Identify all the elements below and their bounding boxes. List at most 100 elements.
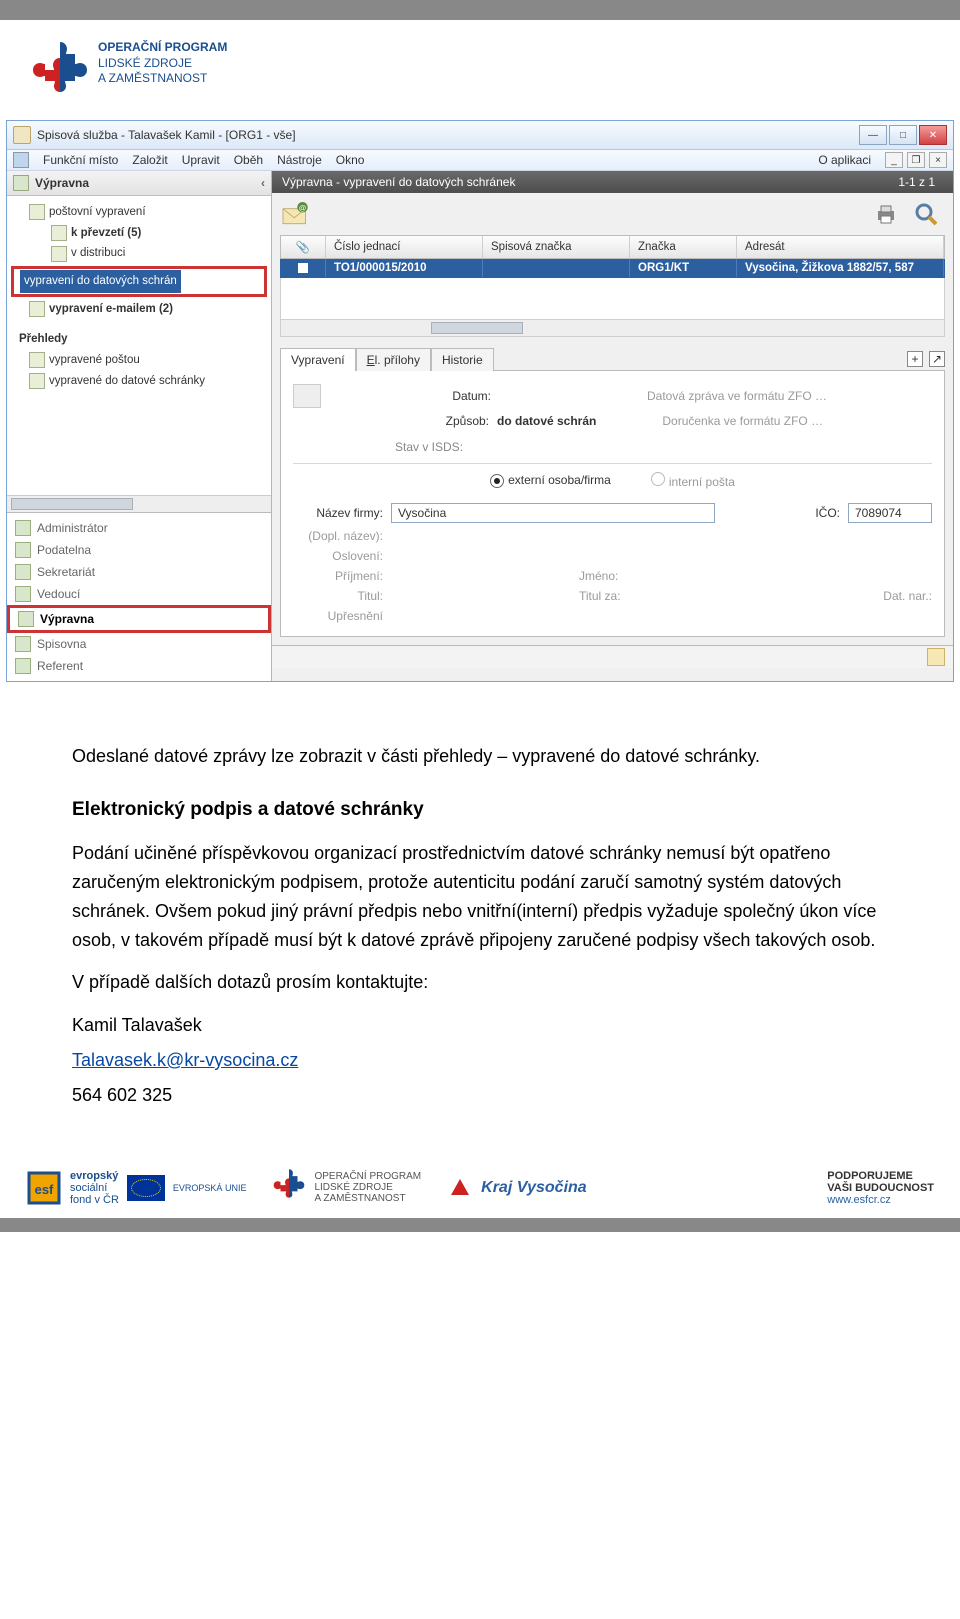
folder-icon [29,373,45,389]
table-h-scrollbar[interactable] [281,319,944,336]
kraj-logo: Kraj Vysočina [447,1175,587,1201]
col-znacka[interactable]: Značka [630,236,737,258]
tab-historie[interactable]: Historie [431,348,494,371]
menu-okno[interactable]: Okno [336,153,365,167]
label-dopl-nazev: (Dopl. název): [293,529,383,543]
tab-el-prilohy[interactable]: El. přílohy [356,348,431,371]
col-adresat[interactable]: Adresát [737,236,944,258]
op-logo: OPERAČNÍ PROGRAM LIDSKÉ ZDROJE A ZAMĚSTN… [272,1168,421,1208]
row-indicator-icon [298,263,308,273]
label-jmeno: Jméno: [579,569,618,583]
menu-nastroje[interactable]: Nástroje [277,153,322,167]
role-item: Sekretariát [7,561,271,583]
input-ico[interactable]: 7089074 [848,503,932,523]
sidebar-pane-header[interactable]: Výpravna ‹ [7,171,271,196]
label-dat-nar: Dat. nar.: [883,589,932,603]
close-button[interactable]: ✕ [919,125,947,145]
tree-group-prehledy[interactable]: Přehledy [11,329,267,350]
eu-flag-icon [127,1175,165,1201]
main-panel: Výpravna - vypravení do datových schráne… [272,171,953,681]
tab-vypraveni[interactable]: Vypravení [280,348,356,371]
tree-item-selected: vypravení do datových schrán [20,270,181,293]
mail-tree-icon [29,301,45,317]
menu-funkcni-misto[interactable]: Funkční místo [43,153,118,167]
label-prijmeni: Příjmení: [293,569,383,583]
table-empty-area [280,278,945,337]
label-nazev-firmy: Název firmy: [293,506,383,520]
role-item: Podatelna [7,539,271,561]
maximize-button[interactable]: □ [889,125,917,145]
tree-item[interactable]: vypravené do datové schránky [49,371,205,392]
person-icon [15,586,31,602]
page: OPERAČNÍ PROGRAM LIDSKÉ ZDROJE A ZAMĚSTN… [0,0,960,1232]
menu-o-aplikaci[interactable]: O aplikaci [818,153,871,167]
table-header-row: 📎 Číslo jednací Spisová značka Značka Ad… [280,235,945,259]
label-datum: Datum: [401,389,491,403]
footer-band [0,1218,960,1232]
role-item: Spisovna [7,633,271,655]
mail-tree-icon [29,204,45,220]
person-icon [18,611,34,627]
tree-item-highlighted[interactable]: vypravení do datových schrán [11,266,267,297]
input-nazev-firmy[interactable]: Vysočina [391,503,715,523]
magnifier-icon[interactable] [911,199,941,229]
role-item-highlighted[interactable]: Výpravna [7,605,271,633]
contact-phone: 564 602 325 [72,1081,888,1110]
detail-form: Datum: Datová zpráva ve formátu ZFO … Zp… [280,370,945,637]
status-icon [927,648,945,666]
svg-text:@: @ [299,203,307,212]
mdi-close-icon[interactable]: × [929,152,947,168]
role-item: Referent [7,655,271,677]
label-upresneni: Upřesnění [293,609,383,623]
link-zfo-receipt[interactable]: Doručenka ve formátu ZFO … [662,414,823,428]
contact-name: Kamil Talavašek [72,1011,888,1040]
document-body: Odeslané datové zprávy lze zobrazit v čá… [0,712,960,1156]
tree-item[interactable]: v distribuci [71,243,125,264]
person-icon [15,564,31,580]
support-text: PODPORUJEME VAŠI BUDOUCNOST www.esfcr.cz [827,1170,934,1206]
label-zpusob: Způsob: [399,414,489,428]
cell-znacka: ORG1/KT [630,259,737,277]
menu-upravit[interactable]: Upravit [182,153,220,167]
svg-text:esf: esf [35,1182,54,1197]
expand-icon[interactable]: + [907,351,923,367]
document-icon [293,384,321,408]
cell-cj: TO1/000015/2010 [326,259,483,277]
label-osloveni: Oslovení: [293,549,383,563]
value-zpusob: do datové schrán [497,414,596,428]
tree-item[interactable]: k převzetí (5) [71,227,141,239]
mdi-restore-icon[interactable]: ❐ [907,152,925,168]
link-zfo-msg[interactable]: Datová zpráva ve formátu ZFO … [647,389,827,403]
menu-zalozit[interactable]: Založit [132,153,167,167]
tree-item[interactable]: poštovní vypravení [49,202,146,223]
contact-email-link[interactable]: Talavasek.k@kr-vysocina.cz [72,1050,298,1070]
menu-obeh[interactable]: Oběh [234,153,263,167]
role-item: Administrátor [7,517,271,539]
window-title: Spisová služba - Talavašek Kamil - [ORG1… [37,128,296,142]
chevron-left-icon[interactable]: ‹ [261,176,265,190]
label-titul-za: Titul za: [579,589,621,603]
minimize-button[interactable]: — [859,125,887,145]
table-row-selected[interactable]: TO1/000015/2010 ORG1/KT Vysočina, Žižkov… [280,259,945,278]
radio-internal[interactable]: interní pošta [651,472,735,489]
radio-external[interactable]: externí osoba/firma [490,473,611,488]
sidebar-tree: poštovní vypravení k převzetí (5) v dist… [7,196,271,400]
logo-line3: A ZAMĚSTNANOST [98,71,227,87]
printer-icon[interactable] [871,199,901,229]
tree-item[interactable]: vypravení e-mailem (2) [49,303,173,315]
person-icon [15,520,31,536]
label-ico: IČO: [815,506,840,520]
label-titul: Titul: [293,589,383,603]
tree-item[interactable]: vypravené poštou [49,350,140,371]
main-title: Výpravna - vypravení do datových schráne… [282,175,515,189]
window-titlebar: Spisová služba - Talavašek Kamil - [ORG1… [7,121,953,150]
external-icon[interactable]: ↗ [929,351,945,367]
col-spisova-znacka[interactable]: Spisová značka [483,236,630,258]
heading: Elektronický podpis a datové schránky [72,795,888,825]
sidebar-h-scrollbar[interactable] [7,495,271,512]
cell-spis [483,259,630,277]
mdi-min-icon[interactable]: _ [885,152,903,168]
col-cislo-jednaci[interactable]: Číslo jednací [326,236,483,258]
main-titlebar: Výpravna - vypravení do datových schráne… [272,171,953,193]
person-icon [13,175,29,191]
